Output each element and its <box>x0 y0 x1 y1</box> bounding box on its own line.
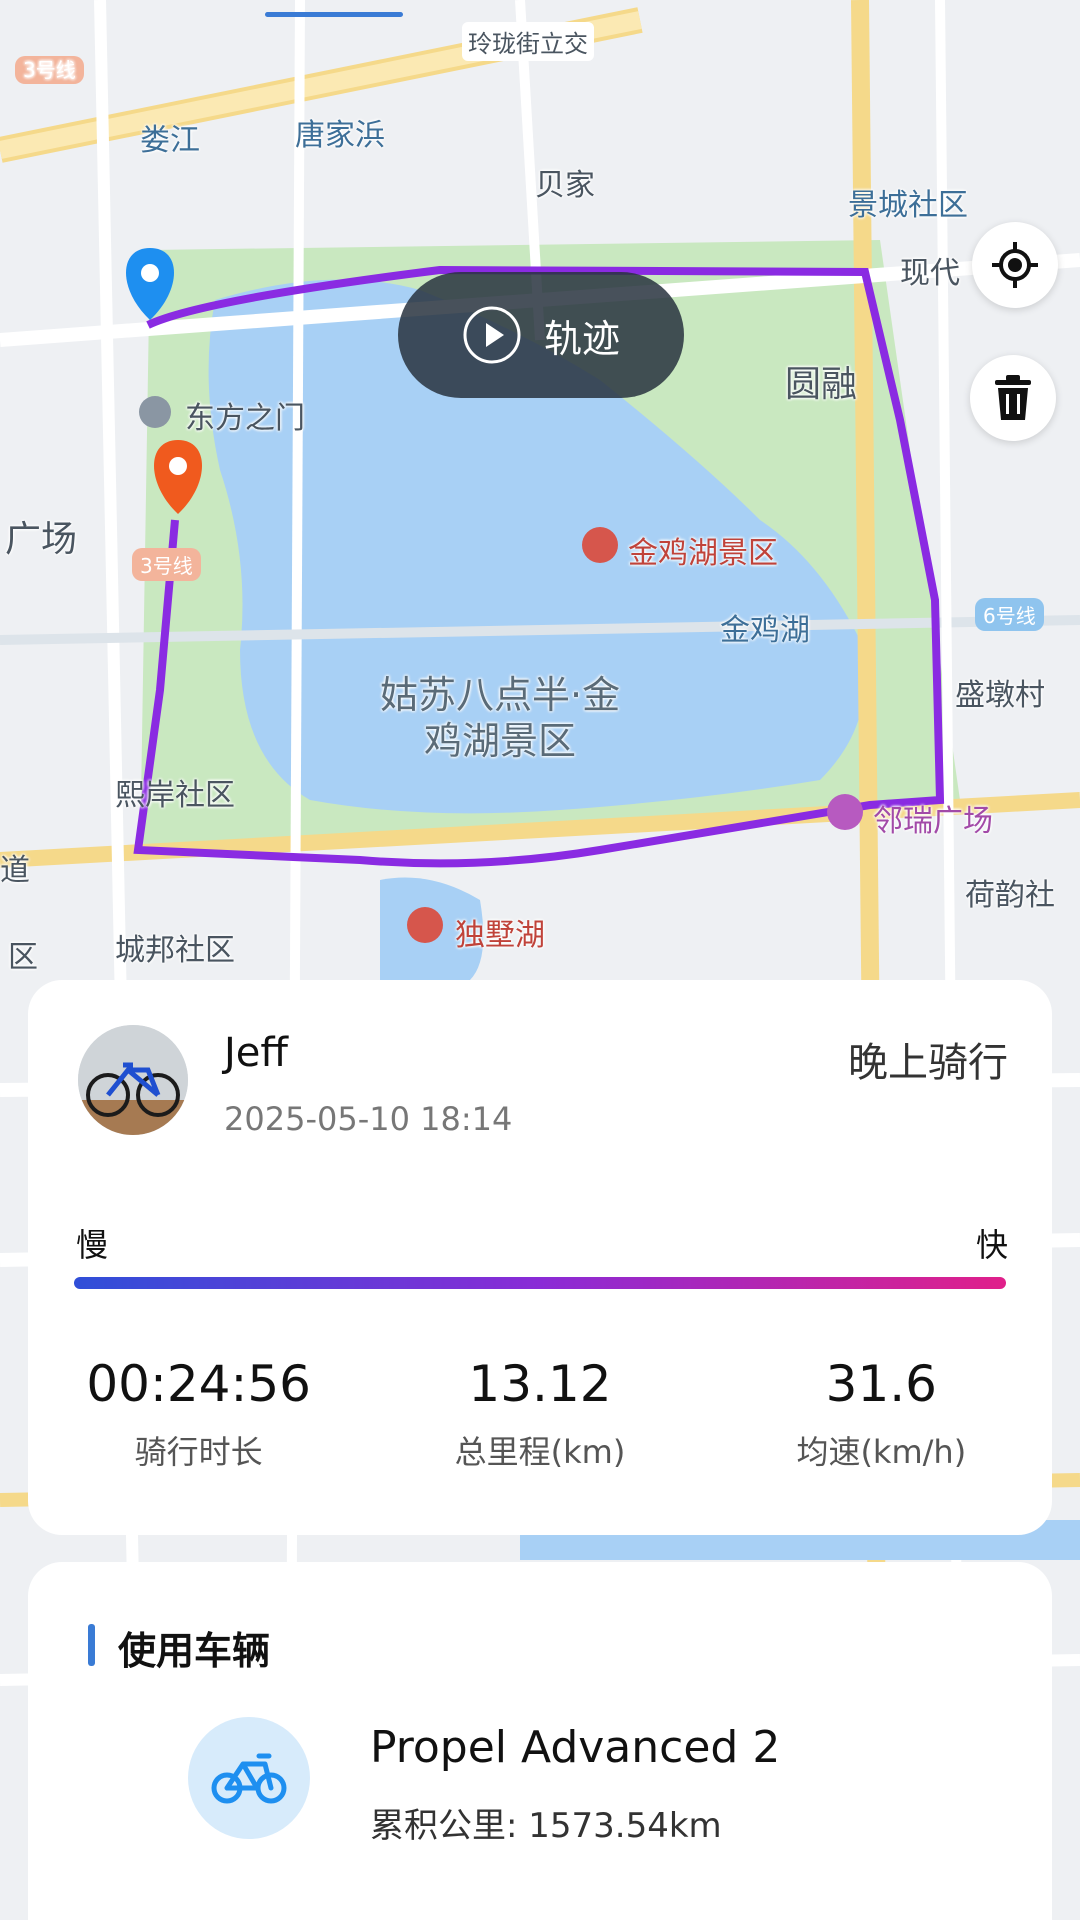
map-label-jingcheng: 景城社区 <box>848 188 968 223</box>
ride-stats: 00:24:56 骑行时长 13.12 总里程(km) 31.6 均速(km/h… <box>28 1355 1052 1473</box>
stat-duration: 00:24:56 骑行时长 <box>28 1355 369 1473</box>
map-label-linglong: 玲珑街立交 <box>462 22 594 61</box>
bike-icon <box>211 1753 287 1804</box>
map-label-dao: 道 <box>0 853 30 888</box>
map-label-linrui: 邻瑞广场 <box>873 804 993 839</box>
stat-value: 31.6 <box>825 1355 937 1413</box>
stat-value: 13.12 <box>468 1355 612 1413</box>
metro-badge-6: 6号线 <box>975 598 1044 631</box>
map-label-xian: 熙岸社区 <box>115 778 235 813</box>
ride-title: 晚上骑行 <box>848 1040 1008 1086</box>
avatar[interactable] <box>78 1025 188 1135</box>
vehicle-section-title: 使用车辆 <box>118 1629 271 1673</box>
play-icon <box>463 306 521 364</box>
stat-avg-speed: 31.6 均速(km/h) <box>711 1355 1052 1473</box>
stat-label: 总里程(km) <box>454 1433 626 1471</box>
metro-badge: 3号线 <box>132 548 201 581</box>
ride-datetime: 2025-05-10 18:14 <box>224 1100 513 1138</box>
map-label-heyun: 荷韵社 <box>965 878 1055 913</box>
locate-icon <box>992 242 1038 288</box>
map-label-xiandai: 现代 <box>900 256 960 291</box>
trash-icon <box>995 375 1031 420</box>
map-label-jinjihu: 金鸡湖 <box>720 613 810 648</box>
mall-icon <box>827 794 863 830</box>
scenic-icon <box>582 527 618 563</box>
vehicle-card: 使用车辆 Propel Advanced 2 累积公里: 1573.54km <box>28 1562 1052 1920</box>
map-label-gusu: 姑苏八点半·金 鸡湖景区 <box>380 672 620 764</box>
map-label-jinjihu-scenic: 金鸡湖景区 <box>628 536 778 571</box>
map-label-dongfang: 东方之门 <box>185 401 305 436</box>
map-label-beijia: 贝家 <box>535 168 595 203</box>
stat-value: 00:24:56 <box>86 1355 311 1413</box>
section-accent-bar <box>88 1624 95 1666</box>
ride-summary-card: Jeff 2025-05-10 18:14 晚上骑行 慢 快 00:24:56 … <box>28 980 1052 1535</box>
map-label-gusu-line1: 姑苏八点半·金 <box>380 673 621 717</box>
map-label-yuanrong: 圆融 <box>785 364 858 405</box>
map-label-shengdun: 盛墩村 <box>955 678 1045 713</box>
vehicle-name: Propel Advanced 2 <box>370 1722 781 1773</box>
map-label-guangchang: 广场 <box>5 519 78 560</box>
user-name: Jeff <box>224 1030 288 1076</box>
tab-indicator <box>265 12 403 17</box>
map-label-loujiang: 娄江 <box>140 123 200 158</box>
map-label-chengbang: 城邦社区 <box>115 933 235 968</box>
speed-slow-label: 慢 <box>76 1226 109 1264</box>
speed-gradient-bar <box>74 1277 1006 1289</box>
stat-label: 骑行时长 <box>134 1433 263 1471</box>
scenic-icon <box>407 907 443 943</box>
map-label-dushuhu: 独墅湖 <box>455 918 545 953</box>
map-label-gusu-line2: 鸡湖景区 <box>424 719 577 763</box>
delete-button[interactable] <box>970 355 1056 441</box>
track-play-button[interactable]: 轨迹 <box>398 272 684 398</box>
vehicle-mileage: 累积公里: 1573.54km <box>370 1806 722 1846</box>
map-label-tangjiabang: 唐家浜 <box>295 118 385 153</box>
bike-photo-icon <box>78 1025 188 1135</box>
landmark-icon <box>139 396 171 428</box>
metro-label: 3号线 <box>15 50 84 85</box>
track-label: 轨迹 <box>543 316 620 361</box>
map-label-qu: 区 <box>8 940 38 975</box>
vehicle-icon-badge[interactable] <box>188 1717 310 1839</box>
stat-label: 均速(km/h) <box>796 1433 967 1471</box>
speed-fast-label: 快 <box>975 1226 1008 1264</box>
locate-button[interactable] <box>972 222 1058 308</box>
stat-distance: 13.12 总里程(km) <box>369 1355 710 1473</box>
